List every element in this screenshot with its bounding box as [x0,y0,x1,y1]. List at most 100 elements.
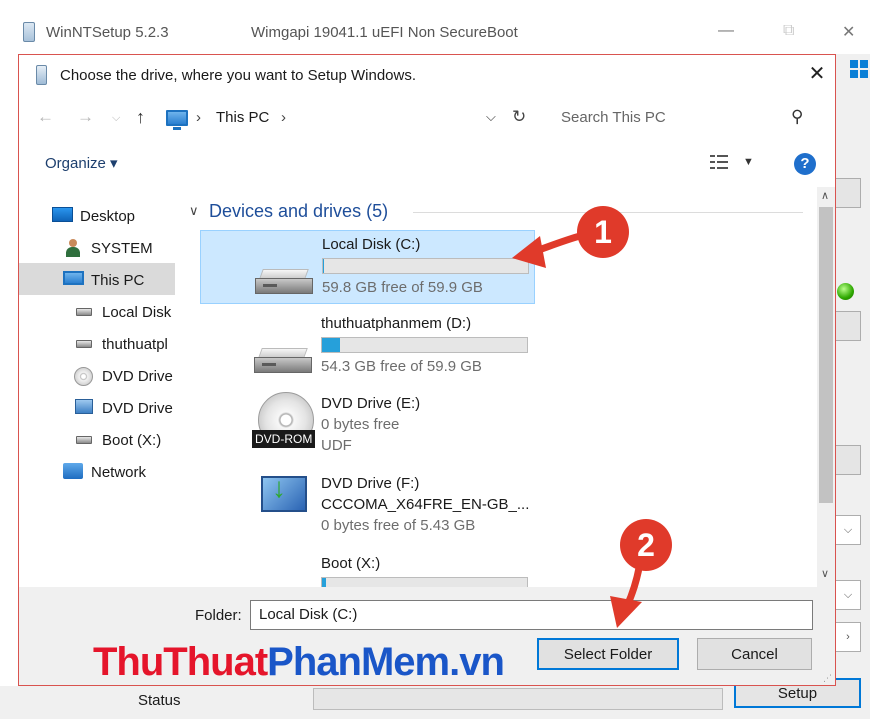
dvd-disc-icon [74,367,93,386]
nav-item-this-pc[interactable]: This PC [19,263,175,295]
computer-icon [63,271,84,285]
computer-icon [166,110,188,130]
group-header[interactable]: Devices and drives (5) [209,201,388,222]
nav-item-dvd-drive-e[interactable]: DVD Drive [19,359,175,391]
network-icon [63,463,83,479]
drive-free-space: 54.3 GB free of 59.9 GB [321,358,482,375]
drive-tile-d[interactable]: thuthuatphanmem (D:) 54.3 GB free of 59.… [200,310,535,384]
scroll-up-icon[interactable]: ∧ [821,189,829,202]
maximize-icon: ⧉ [783,22,795,39]
progress-bar [313,688,723,710]
nav-item-local-disk[interactable]: Local Disk [19,295,175,327]
view-options-icon[interactable] [710,154,728,170]
background-window-title: WinNTSetup 5.2.3 [46,24,169,41]
help-icon[interactable]: ? [794,153,816,175]
nav-item-label: DVD Drive [102,368,173,385]
background-close-icon[interactable]: ✕ [842,22,855,42]
drive-tile-f[interactable]: ↓ DVD Drive (F:) CCCOMA_X64FRE_EN-GB_...… [200,470,535,544]
breadcrumb-separator-icon[interactable]: › [281,109,286,126]
hard-drive-icon [76,340,92,348]
refresh-icon[interactable]: ↻ [512,107,526,127]
drive-free-space: 59.8 GB free of 59.9 GB [322,279,483,296]
search-icon[interactable]: ⚲ [791,107,803,127]
close-icon[interactable]: ✕ [805,62,829,86]
forward-arrow-icon[interactable]: → [77,107,94,127]
user-icon [66,239,80,257]
nav-item-boot[interactable]: Boot (X:) [19,423,175,455]
drive-tile-boot[interactable]: Boot (X:) [200,550,535,587]
drive-usage-bar [321,337,528,353]
app-icon [23,22,35,42]
drive-name: Local Disk (C:) [322,236,421,253]
nav-item-dvd-drive-f[interactable]: DVD Drive [19,391,175,423]
hard-drive-icon [254,348,312,374]
nav-item-label: DVD Drive [102,400,173,417]
drive-tile-e[interactable]: DVD-ROM DVD Drive (E:) 0 bytes free UDF [200,390,535,464]
watermark-part: .vn [449,640,505,684]
breadcrumb-this-pc[interactable]: This PC [216,109,269,126]
cancel-button[interactable]: Cancel [697,638,812,670]
watermark-logo: ThuThuatPhanMem.vn [93,640,505,685]
watermark-part: PhanMem [267,640,450,684]
address-bar-row: ← → ⌵ ↑ › This PC › ⌵ ↻ Search This PC ⚲ [19,99,835,139]
dvd-rom-badge: DVD-ROM [252,430,316,448]
background-button[interactable] [836,311,861,341]
drive-name: thuthuatphanmem (D:) [321,315,472,332]
nav-item-label: SYSTEM [91,240,153,257]
folder-field[interactable]: Local Disk (C:) [250,600,813,630]
step-marker-1: 1 [577,206,629,258]
background-button[interactable] [836,445,861,475]
minimize-icon[interactable]: — [718,22,734,40]
background-button[interactable] [836,178,861,208]
organize-menu-button[interactable]: Organize ▾ [45,154,118,172]
drive-filesystem: UDF [321,437,352,454]
nav-item-thuthuat[interactable]: thuthuatpl [19,327,175,359]
search-input[interactable]: Search This PC [561,109,666,126]
chevron-down-icon[interactable]: ∨ [189,203,199,219]
select-folder-button[interactable]: Select Folder [537,638,679,670]
step-marker-2: 2 [620,519,672,571]
status-led-icon [837,283,854,300]
scroll-down-icon[interactable]: ∨ [821,567,829,580]
address-dropdown-icon[interactable]: ⌵ [486,109,496,125]
back-arrow-icon[interactable]: ← [37,107,54,127]
drive-tile-c[interactable]: Local Disk (C:) 59.8 GB free of 59.9 GB [200,230,535,304]
nav-item-system[interactable]: SYSTEM [19,231,175,263]
chevron-right-icon[interactable]: › [836,622,861,652]
dvd-install-icon [75,399,93,414]
resize-grip-icon[interactable]: ⋰ [823,673,832,684]
drive-name: Boot (X:) [321,555,381,572]
desktop-icon [52,207,73,222]
watermark-part: ThuThuat [93,640,268,684]
drive-name: DVD Drive (F:) [321,475,420,492]
hard-drive-icon [76,436,92,444]
install-arrow-icon: ↓ [272,472,286,503]
drives-content-pane: ∨ Devices and drives (5) Local Disk (C:)… [189,187,817,587]
dialog-app-icon [36,65,47,85]
nav-item-label: This PC [91,272,145,289]
view-dropdown-icon[interactable]: ▼ [743,156,754,168]
vertical-scrollbar[interactable]: ∧ ∨ [817,187,835,587]
background-window-subtitle: Wimgapi 19041.1 uEFI Non SecureBoot [251,24,518,41]
drive-usage-bar [321,577,528,587]
drive-name: DVD Drive (E:) [321,395,421,412]
nav-item-label: Boot (X:) [102,432,162,449]
command-toolbar: Organize ▾ ▼ ? [19,141,835,187]
navigation-pane: Desktop SYSTEM This PC Local Disk thuthu… [19,187,189,587]
scrollbar-thumb[interactable] [819,207,833,503]
drive-free-space: 0 bytes free [321,416,400,433]
recent-dropdown-icon[interactable]: ⌵ [112,112,120,125]
up-arrow-icon[interactable]: ↑ [136,107,145,128]
chevron-down-icon[interactable]: ⌵ [836,515,861,545]
nav-item-desktop[interactable]: Desktop [19,199,175,231]
chevron-down-icon[interactable]: ⌵ [836,580,861,610]
drive-usage-bar [322,258,529,274]
nav-item-label: Network [91,464,147,481]
nav-item-network[interactable]: Network [19,455,175,487]
breadcrumb-separator-icon: › [196,109,201,126]
drive-volume-label: CCCOMA_X64FRE_EN-GB_... [321,496,530,513]
drive-free-space: 0 bytes free of 5.43 GB [321,517,476,534]
windows-logo-icon [850,60,868,78]
folder-label: Folder: [195,607,242,624]
choose-drive-dialog: Choose the drive, where you want to Setu… [18,54,836,686]
